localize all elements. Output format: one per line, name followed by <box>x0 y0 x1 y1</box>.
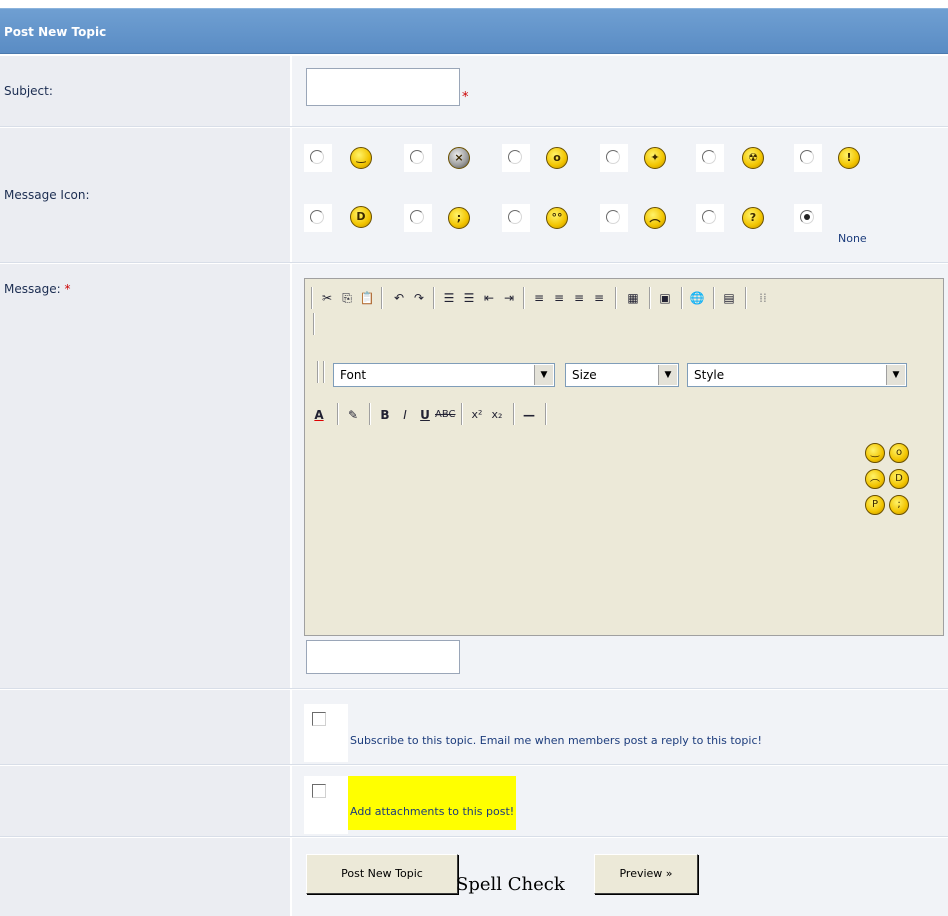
icon-radio-2[interactable] <box>410 150 424 164</box>
laugh-icon[interactable]: D <box>889 469 909 489</box>
sad-icon[interactable]: ︵ <box>865 469 885 489</box>
font-select[interactable]: Font ▼ <box>333 363 555 387</box>
shocked-icon: o <box>546 147 568 169</box>
attachments-checkbox[interactable] <box>312 784 326 798</box>
bold-icon[interactable]: B <box>375 405 395 425</box>
icon-radio-10[interactable] <box>606 210 620 224</box>
icon-radio-6[interactable] <box>800 150 814 164</box>
spell-check-link[interactable]: Spell Check <box>456 874 565 895</box>
copy-icon[interactable]: ⎘ <box>337 288 357 308</box>
table-icon[interactable]: ▦ <box>623 288 643 308</box>
none-label: None <box>838 232 867 245</box>
icon-radio-7[interactable] <box>310 210 324 224</box>
radioactive-icon: ☢ <box>742 147 764 169</box>
link-icon[interactable]: 🌐 <box>687 288 707 308</box>
align-left-icon[interactable]: ≡ <box>529 288 549 308</box>
icon-radio-3[interactable] <box>508 150 522 164</box>
wink-icon[interactable]: ; <box>889 495 909 515</box>
undo-icon[interactable]: ↶ <box>389 288 409 308</box>
horizontal-rule-icon[interactable]: — <box>519 405 539 425</box>
star-icon: ✦ <box>644 147 666 169</box>
align-right-icon[interactable]: ≡ <box>569 288 589 308</box>
subject-required-mark: * <box>462 90 469 105</box>
message-label: Message: * <box>4 282 71 296</box>
highlight-icon[interactable]: ✎ <box>343 405 363 425</box>
icon-radio-9[interactable] <box>508 210 522 224</box>
smile-icon: ‿ <box>350 147 372 169</box>
tongue-icon[interactable]: P <box>865 495 885 515</box>
smile-icon[interactable]: ‿ <box>865 443 885 463</box>
paste-icon[interactable]: 📋 <box>357 288 377 308</box>
form-icon[interactable]: ▤ <box>719 288 739 308</box>
ordered-list-icon[interactable]: ☰ <box>439 288 459 308</box>
rich-text-editor[interactable]: ✂ ⎘ 📋 ↶ ↷ ☰ ☰ ⇤ ⇥ ≡ ≡ ≡ ≡ ▦ ▣ 🌐 ▤ ⁞⁞ Fon… <box>304 278 944 636</box>
font-color-icon[interactable]: A <box>309 405 329 425</box>
message-icon-label: Message Icon: <box>4 188 90 202</box>
superscript-icon[interactable]: x² <box>467 405 487 425</box>
underline-icon[interactable]: U <box>415 405 435 425</box>
sad-icon: ︵ <box>644 207 666 229</box>
chevron-down-icon[interactable]: ▼ <box>534 365 553 385</box>
chevron-down-icon[interactable]: ▼ <box>886 365 905 385</box>
subscribe-checkbox[interactable] <box>312 712 326 726</box>
surprised-icon[interactable]: o <box>889 443 909 463</box>
icon-radio-4[interactable] <box>606 150 620 164</box>
buttons-row: Post New Topic Spell Check Preview » <box>0 838 948 916</box>
subject-row: Subject: * <box>0 56 948 127</box>
justify-icon[interactable]: ≡ <box>589 288 609 308</box>
wink-icon: ; <box>448 207 470 229</box>
icon-radio-8[interactable] <box>410 210 424 224</box>
page-title: Post New Topic <box>4 25 107 39</box>
subscribe-label: Subscribe to this topic. Email me when m… <box>350 734 762 747</box>
outdent-icon[interactable]: ⇤ <box>479 288 499 308</box>
image-icon[interactable]: ▣ <box>655 288 675 308</box>
big-grin-icon: D <box>350 206 372 228</box>
cut-icon[interactable]: ✂ <box>317 288 337 308</box>
icon-radio-11[interactable] <box>702 210 716 224</box>
question-icon: ? <box>742 207 764 229</box>
icon-radio-1[interactable] <box>310 150 324 164</box>
message-icon-row: Message Icon: ‿ × o ✦ ☢ ! D ; °° ︵ ? Non… <box>0 128 948 263</box>
subscript-icon[interactable]: x₂ <box>487 405 507 425</box>
exclamation-icon: ! <box>838 147 860 169</box>
attachments-row: Add attachments to this post! <box>0 766 948 837</box>
strikethrough-icon[interactable]: ABC <box>435 405 456 425</box>
italic-icon[interactable]: I <box>395 405 415 425</box>
subject-input[interactable] <box>306 68 460 106</box>
message-extra-input[interactable] <box>306 640 460 674</box>
redo-icon[interactable]: ↷ <box>409 288 429 308</box>
unordered-list-icon[interactable]: ☰ <box>459 288 479 308</box>
size-select[interactable]: Size ▼ <box>565 363 679 387</box>
angry-icon: × <box>448 147 470 169</box>
preview-button[interactable]: Preview » <box>594 854 698 894</box>
eyes-icon: °° <box>546 207 568 229</box>
style-select[interactable]: Style ▼ <box>687 363 907 387</box>
subscribe-row: Subscribe to this topic. Email me when m… <box>0 690 948 765</box>
attachments-label[interactable]: Add attachments to this post! <box>348 776 517 830</box>
align-center-icon[interactable]: ≡ <box>549 288 569 308</box>
form-header: Post New Topic <box>0 8 948 54</box>
icon-radio-5[interactable] <box>702 150 716 164</box>
post-new-topic-button[interactable]: Post New Topic <box>306 854 458 894</box>
subject-label: Subject: <box>4 84 53 98</box>
indent-icon[interactable]: ⇥ <box>499 288 519 308</box>
grid-icon[interactable]: ⁞⁞ <box>753 288 773 308</box>
icon-radio-none[interactable] <box>800 210 814 224</box>
chevron-down-icon[interactable]: ▼ <box>658 365 677 385</box>
